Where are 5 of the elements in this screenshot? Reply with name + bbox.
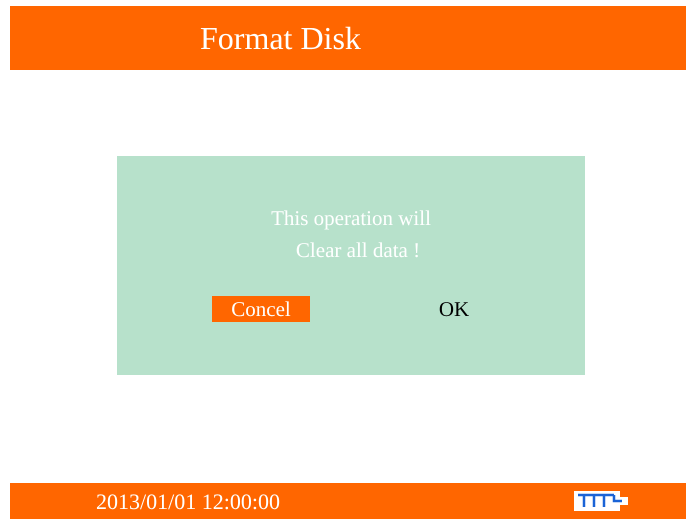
date-time: 2013/01/01 12:00:00 bbox=[96, 488, 280, 516]
window-title: Format Disk bbox=[200, 19, 361, 58]
dialog-button[interactable]: OK bbox=[405, 296, 503, 322]
battery-icon bbox=[574, 491, 628, 511]
warning-message: This operation will Clear all data ! bbox=[271, 205, 431, 264]
